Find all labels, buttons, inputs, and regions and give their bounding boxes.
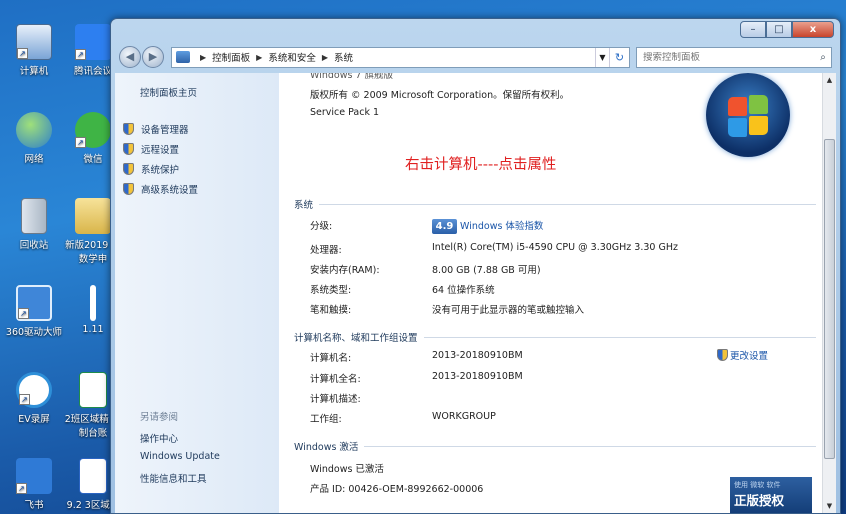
scroll-down-icon[interactable]: ▼	[823, 499, 836, 513]
breadcrumb-system[interactable]: 系统	[334, 50, 353, 64]
excel-icon	[79, 372, 107, 408]
chevron-down-icon[interactable]: ▼	[595, 47, 609, 67]
file-icon	[90, 285, 96, 321]
advanced-settings-link[interactable]: 高级系统设置	[115, 179, 279, 199]
windows-logo	[706, 73, 790, 157]
instruction-annotation: 右击计算机----点击属性	[405, 157, 557, 173]
windows-update-link[interactable]: Windows Update	[140, 451, 220, 462]
address-bar[interactable]: ▶ 控制面板 ▶ 系统和安全 ▶ 系统 ▼ ↻	[171, 46, 630, 68]
ev-recorder-icon: ↗	[16, 372, 52, 408]
shield-icon	[123, 183, 134, 195]
system-window: – □ x ◀ ▶ ▶ 控制面板 ▶ 系统和安全 ▶ 系统 ▼ ↻ ⌕ 控制面板…	[110, 18, 841, 514]
shield-icon	[717, 349, 728, 361]
folder-icon	[75, 198, 111, 234]
shield-icon	[123, 123, 134, 135]
desktop-icon-ev-recorder[interactable]: ↗ EV录屏	[5, 372, 63, 425]
search-icon[interactable]: ⌕	[815, 52, 831, 63]
maximize-button[interactable]: □	[766, 21, 792, 38]
recycle-bin-icon	[21, 198, 47, 234]
minimize-button[interactable]: –	[740, 21, 766, 38]
back-button[interactable]: ◀	[119, 46, 141, 68]
feishu-icon: ↗	[16, 458, 52, 494]
chevron-right-icon: ▶	[321, 52, 328, 62]
search-box[interactable]: ⌕	[636, 46, 832, 68]
window-controls: – □ x	[740, 21, 834, 38]
tencent-meeting-icon: ↗	[75, 24, 111, 60]
experience-index-link[interactable]: Windows 体验指数	[460, 221, 543, 232]
control-panel-home-link[interactable]: 控制面板主页	[115, 85, 279, 99]
forward-button[interactable]: ▶	[142, 46, 164, 68]
device-manager-link[interactable]: 设备管理器	[115, 119, 279, 139]
product-id: 产品 ID: 00426-OEM-8992662-00006	[310, 484, 484, 495]
left-pane: 控制面板主页 设备管理器 远程设置 系统保护 高级系统设置 另请参阅 操作中心 …	[115, 73, 279, 513]
scroll-up-icon[interactable]: ▲	[823, 73, 836, 87]
performance-info-link[interactable]: 性能信息和工具	[140, 471, 207, 485]
change-settings-link[interactable]: 更改设置	[717, 348, 768, 362]
desktop-icon-feishu[interactable]: ↗ 飞书	[5, 458, 63, 511]
wechat-icon: ↗	[75, 112, 111, 148]
computer-name-section-header: 计算机名称、域和工作组设置	[294, 330, 816, 344]
remote-settings-link[interactable]: 远程设置	[115, 139, 279, 159]
desktop-icon-recycle-bin[interactable]: 回收站	[5, 198, 63, 251]
desktop-icon-computer[interactable]: ↗ 计算机	[5, 24, 63, 77]
breadcrumb-system-security[interactable]: 系统和安全	[268, 50, 316, 64]
system-section-header: 系统	[294, 197, 816, 211]
search-input[interactable]	[643, 51, 815, 63]
action-center-link[interactable]: 操作中心	[140, 431, 178, 445]
edition-name: Windows 7 旗舰版	[310, 73, 393, 81]
system-protection-link[interactable]: 系统保护	[115, 159, 279, 179]
activation-section-header: Windows 激活	[294, 439, 816, 453]
genuine-badge[interactable]: 使用 微软 软件 正版授权	[730, 477, 812, 513]
desktop-icon-network[interactable]: 网络	[5, 112, 63, 165]
forward-arrow-icon: ▶	[148, 50, 158, 63]
chevron-right-icon: ▶	[200, 52, 207, 62]
content-area: 控制面板主页 设备管理器 远程设置 系统保护 高级系统设置 另请参阅 操作中心 …	[115, 73, 836, 513]
back-arrow-icon: ◀	[125, 50, 135, 63]
computer-icon: ↗	[16, 24, 52, 60]
see-also-heading: 另请参阅	[140, 412, 179, 423]
service-pack-text: Service Pack 1	[310, 107, 380, 118]
close-button[interactable]: x	[792, 21, 834, 38]
control-panel-icon	[176, 51, 190, 63]
word-icon	[79, 458, 107, 494]
scrollbar-thumb[interactable]	[824, 139, 835, 459]
chevron-right-icon: ▶	[256, 52, 263, 62]
network-icon	[16, 112, 52, 148]
experience-index-score: 4.9	[432, 219, 457, 234]
shield-icon	[123, 143, 134, 155]
breadcrumb-control-panel[interactable]: 控制面板	[212, 50, 250, 64]
activation-status: Windows 已激活	[310, 464, 384, 475]
refresh-icon[interactable]: ↻	[609, 47, 629, 67]
driver-master-icon: ↗	[16, 285, 52, 321]
copyright-text: 版权所有 © 2009 Microsoft Corporation。保留所有权利…	[310, 90, 570, 101]
main-pane: Windows 7 旗舰版 版权所有 © 2009 Microsoft Corp…	[279, 73, 836, 513]
desktop-icon-driver-master[interactable]: ↗ 360驱动大师	[5, 285, 63, 338]
vertical-scrollbar[interactable]: ▲ ▼	[822, 73, 836, 513]
shield-icon	[123, 163, 134, 175]
address-toolbar: ◀ ▶ ▶ 控制面板 ▶ 系统和安全 ▶ 系统 ▼ ↻ ⌕	[119, 46, 832, 68]
